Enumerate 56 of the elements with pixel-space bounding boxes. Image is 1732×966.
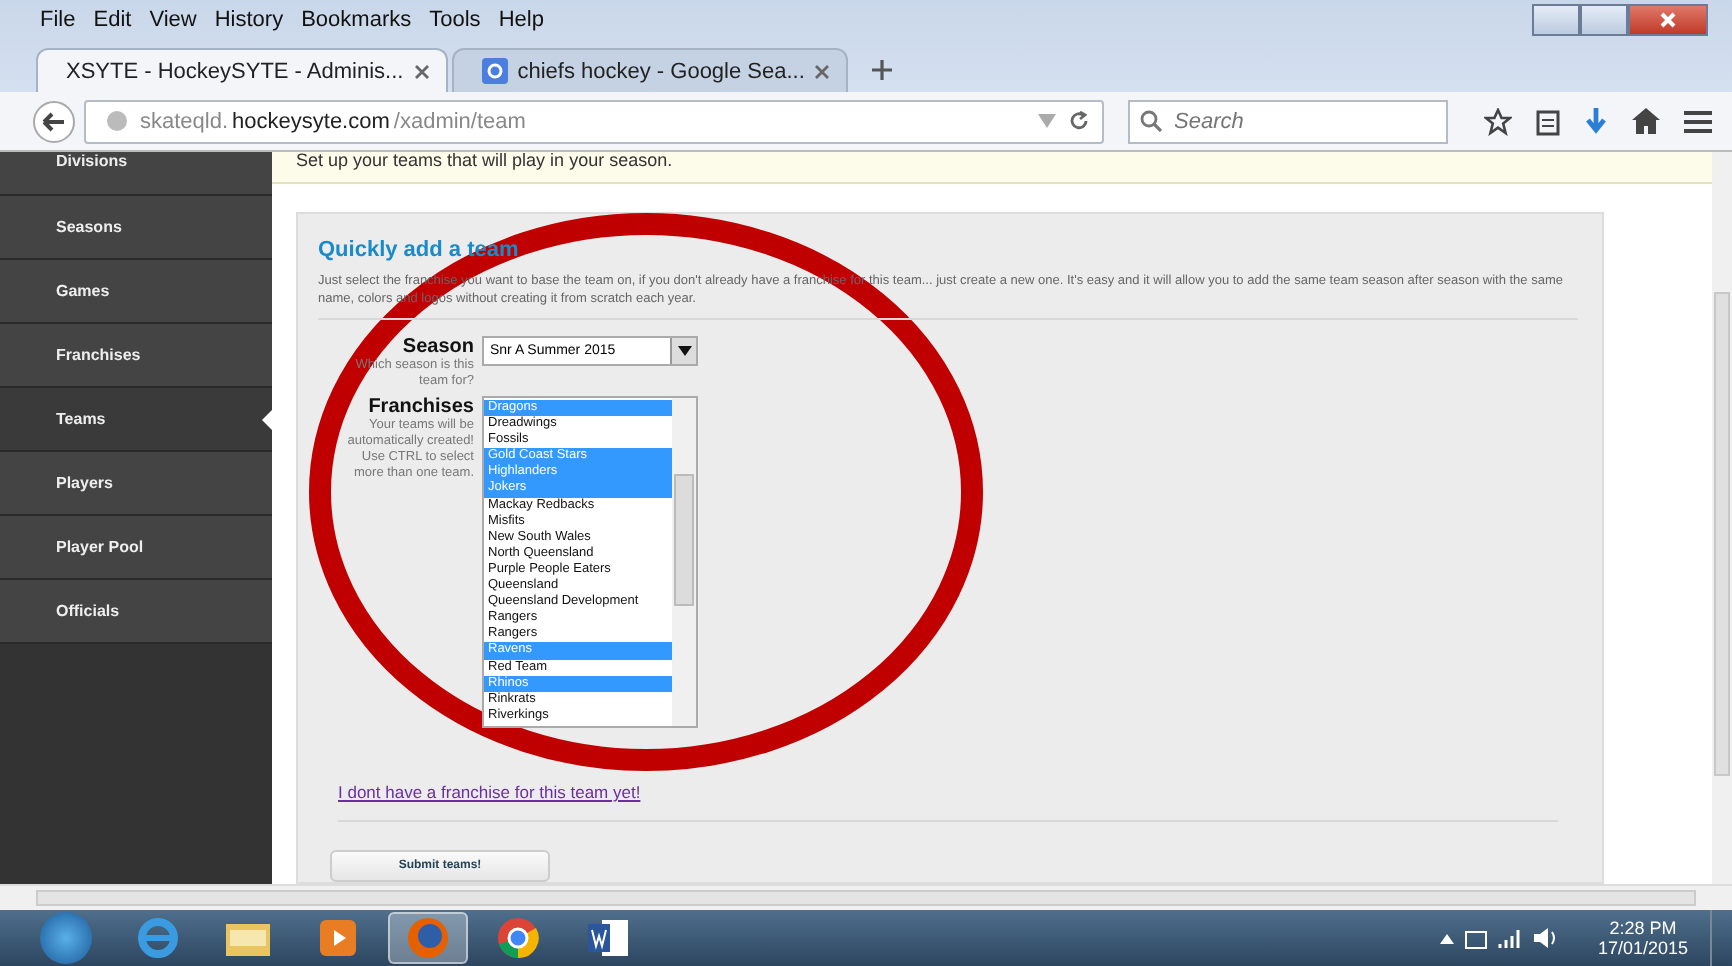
speaker-icon[interactable] [1531, 926, 1560, 950]
minimize-icon[interactable] [1532, 4, 1580, 36]
star-icon[interactable] [1484, 107, 1512, 135]
close-icon[interactable] [814, 63, 831, 79]
clock-date[interactable]: 17/01/2015 [1597, 938, 1688, 958]
sidebar-item[interactable]: Officials [0, 580, 272, 644]
search-icon [1140, 109, 1162, 131]
franchise-listbox[interactable] [482, 396, 698, 728]
new-tab-icon[interactable] [872, 60, 893, 80]
add-franchise-link[interactable]: I dont have a franchise for this team yet! [338, 782, 641, 802]
play-icon [318, 918, 358, 958]
download-icon[interactable] [1584, 107, 1608, 135]
reload-icon[interactable] [1068, 110, 1090, 132]
banner-text: Set up your teams that will play in your season. [272, 152, 1712, 184]
menu-item[interactable]: Edit [93, 8, 132, 32]
sidebar-item[interactable]: Franchises [0, 324, 272, 388]
caret-icon [677, 346, 691, 356]
franchises-label: Franchises [366, 396, 474, 418]
address-field[interactable]: skateqld. hockeysyte.com /xadmin/team [84, 99, 1104, 143]
sidebar-item[interactable]: Divisions [0, 152, 272, 196]
clock-time[interactable]: 2:28 PM [1609, 918, 1677, 938]
menu-item[interactable]: Tools [429, 8, 481, 32]
browser-tab[interactable]: XSYTE - HockeySYTE - Adminis... [36, 48, 448, 92]
close-icon[interactable] [1628, 4, 1708, 36]
sidebar-item[interactable]: Games [0, 260, 272, 324]
fox-globe-icon [406, 916, 450, 960]
horizontal-scrollbar[interactable] [0, 884, 1732, 910]
menu-item[interactable]: History [214, 8, 284, 32]
home-icon[interactable] [1632, 108, 1660, 134]
browser-e-icon [136, 916, 180, 960]
menu-item[interactable]: View [149, 8, 197, 32]
tray-arrow-icon[interactable] [1439, 933, 1454, 943]
maximize-icon[interactable] [1580, 4, 1628, 36]
clipboard-icon[interactable] [1536, 107, 1560, 135]
browser-tab[interactable]: chiefs hockey - Google Sea... [451, 48, 849, 92]
folder-icon [224, 918, 272, 958]
search-field[interactable]: Search [1128, 99, 1448, 143]
globe-icon [106, 110, 128, 132]
season-label: Season [400, 336, 474, 358]
chrome-icon [496, 916, 540, 960]
vertical-scrollbar[interactable] [1712, 152, 1732, 884]
menu-item[interactable]: Help [498, 8, 544, 32]
menu-item[interactable]: Bookmarks [301, 8, 412, 32]
sidebar-item[interactable]: Seasons [0, 196, 272, 260]
back-icon[interactable] [32, 99, 76, 143]
signal-icon[interactable] [1497, 928, 1522, 948]
sidebar-item[interactable]: Player Pool [0, 516, 272, 580]
taskbar-app[interactable] [388, 912, 468, 964]
close-icon[interactable] [413, 63, 430, 79]
menu-icon[interactable] [1684, 109, 1712, 133]
list-scrollbar[interactable] [672, 398, 696, 726]
menu-item[interactable]: File [40, 8, 76, 32]
start-button[interactable] [40, 912, 92, 964]
sidebar-item[interactable]: Teams [0, 388, 272, 452]
document-w-icon [586, 918, 630, 958]
sidebar-item[interactable]: Players [0, 452, 272, 516]
